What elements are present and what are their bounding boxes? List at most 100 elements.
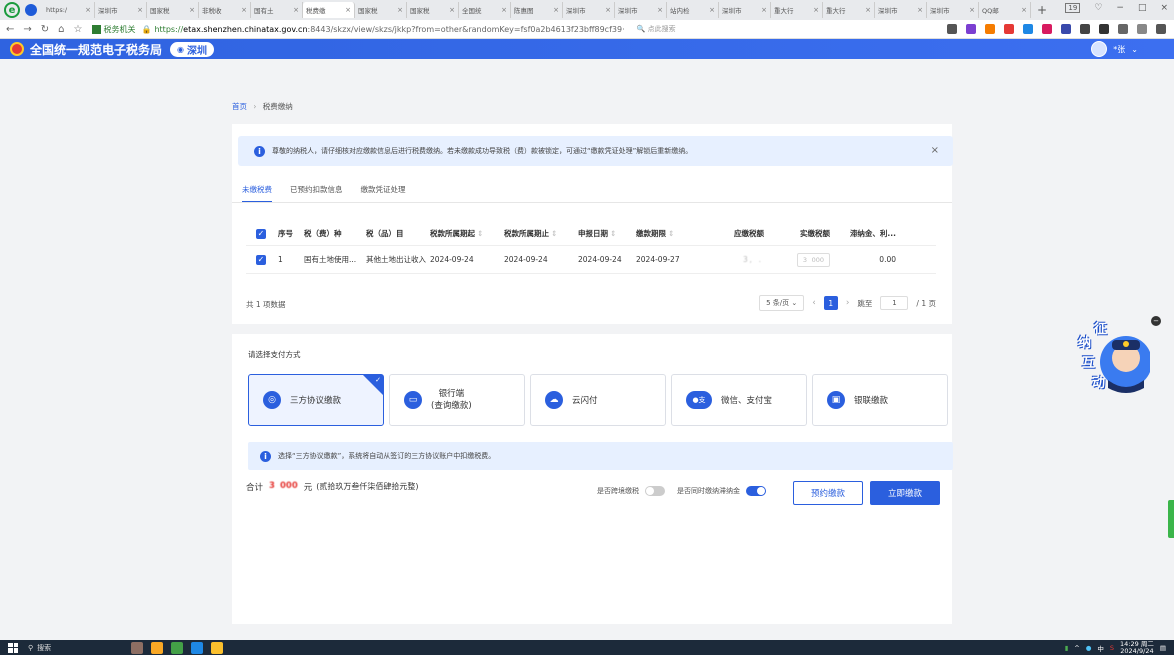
- extension-icon[interactable]: [1042, 24, 1052, 34]
- new-tab-icon[interactable]: +: [1037, 3, 1047, 17]
- close-tab-icon[interactable]: ×: [137, 6, 143, 14]
- chevron-up-icon[interactable]: ^: [1074, 644, 1079, 652]
- extension-icon[interactable]: [1099, 24, 1109, 34]
- close-tab-icon[interactable]: ×: [813, 6, 819, 14]
- undo-icon[interactable]: [1137, 24, 1147, 34]
- forward-icon[interactable]: →: [23, 24, 31, 35]
- browser-tab[interactable]: 税费缴 ×: [303, 2, 355, 18]
- close-tab-icon[interactable]: ×: [501, 6, 507, 14]
- pay-now-button[interactable]: 立即缴款: [870, 481, 940, 505]
- notification-icon[interactable]: ▤: [1160, 644, 1166, 652]
- goto-page-input[interactable]: 1: [880, 296, 909, 310]
- page-number-button[interactable]: 1: [823, 296, 838, 310]
- col-header-declare-date[interactable]: 申报日期 ⇕: [578, 228, 636, 239]
- col-header-period-end[interactable]: 税款所属期止 ⇕: [504, 228, 578, 239]
- back-icon[interactable]: ←: [6, 24, 14, 35]
- method-tripartite[interactable]: ◎ 三方协议缴款 ✓: [248, 374, 384, 426]
- close-tab-icon[interactable]: ×: [449, 6, 455, 14]
- windows-start-icon[interactable]: [8, 642, 18, 653]
- region-switcher[interactable]: ◉ 深圳: [170, 41, 214, 57]
- extension-icon[interactable]: [1004, 24, 1014, 34]
- paid-amount-input[interactable]: 3 000: [796, 252, 830, 267]
- taskbar-app-icon[interactable]: [151, 641, 164, 654]
- reserve-payment-button[interactable]: 预约缴款: [793, 481, 863, 505]
- close-icon[interactable]: ×: [931, 145, 939, 156]
- side-feedback-tab[interactable]: [1168, 500, 1174, 538]
- browser-tab[interactable]: 国家税 ×: [407, 2, 459, 18]
- taskbar-app-icon[interactable]: [171, 641, 184, 654]
- extension-icon[interactable]: [1023, 24, 1033, 34]
- method-unionpay-quickpass[interactable]: ☁ 云闪付: [530, 374, 666, 426]
- url-field[interactable]: 税务机关 🔒 https:// etax.shenzhen.chinatax.g…: [91, 24, 625, 35]
- method-unionpay[interactable]: ▣ 银联缴款: [812, 374, 948, 426]
- browser-tab[interactable]: 重大行 ×: [771, 2, 823, 18]
- extension-icon[interactable]: [1080, 24, 1090, 34]
- late-fee-toggle[interactable]: [746, 486, 766, 496]
- browser-tab[interactable]: 深圳市 ×: [719, 2, 771, 18]
- next-page-icon[interactable]: ›: [846, 298, 850, 308]
- tab-reserved-deduction[interactable]: 已预约扣款信息: [290, 184, 343, 203]
- extension-icon[interactable]: [985, 24, 995, 34]
- browser-logo-icon[interactable]: e: [4, 2, 20, 18]
- close-window-icon[interactable]: ×: [1160, 3, 1168, 13]
- extension-icon[interactable]: [966, 24, 976, 34]
- tab-voucher-processing[interactable]: 缴款凭证处理: [361, 184, 406, 203]
- browser-tab[interactable]: 重大行 ×: [823, 2, 875, 18]
- prev-page-icon[interactable]: ‹: [812, 298, 816, 308]
- input-method-icon[interactable]: 中: [1097, 643, 1104, 653]
- close-tab-icon[interactable]: ×: [917, 6, 923, 14]
- browser-tab[interactable]: 深圳市 ×: [95, 2, 147, 18]
- close-tab-icon[interactable]: ×: [657, 6, 663, 14]
- col-header-due-date[interactable]: 缴款期限 ⇕: [636, 228, 694, 239]
- close-tab-icon[interactable]: ×: [969, 6, 975, 14]
- tab-unpaid[interactable]: 未缴税费: [242, 184, 272, 203]
- widget-close-icon[interactable]: −: [1151, 316, 1161, 326]
- browser-tab[interactable]: 非税收 ×: [199, 2, 251, 18]
- browser-tab[interactable]: 全国统 ×: [459, 2, 511, 18]
- close-tab-icon[interactable]: ×: [293, 6, 299, 14]
- close-tab-icon[interactable]: ×: [605, 6, 611, 14]
- clock[interactable]: 14:29 周二 2024/9/24: [1120, 641, 1154, 655]
- browser-tab[interactable]: 国家税 ×: [147, 2, 199, 18]
- close-tab-icon[interactable]: ×: [241, 6, 247, 14]
- close-tab-icon[interactable]: ×: [85, 6, 91, 14]
- browser-tab[interactable]: QQ邮 ×: [979, 2, 1031, 18]
- download-icon[interactable]: [1118, 24, 1128, 34]
- method-wechat-alipay[interactable]: ●支 微信、支付宝: [671, 374, 807, 426]
- extension-icon[interactable]: [1061, 24, 1071, 34]
- close-tab-icon[interactable]: ×: [865, 6, 871, 14]
- breadcrumb-home[interactable]: 首页: [232, 102, 247, 111]
- col-header-period-start[interactable]: 税款所属期起 ⇕: [430, 228, 504, 239]
- select-all-checkbox[interactable]: ✓: [256, 228, 266, 239]
- close-tab-icon[interactable]: ×: [553, 6, 559, 14]
- browser-tab[interactable]: 陈惠图 ×: [511, 2, 563, 18]
- tab-count-badge[interactable]: 19: [1065, 3, 1081, 13]
- close-tab-icon[interactable]: ×: [397, 6, 403, 14]
- tray-icon[interactable]: S: [1110, 644, 1114, 652]
- browser-tab[interactable]: 国有土 ×: [251, 2, 303, 18]
- service-widget[interactable]: 征 纳 互 动: [1068, 318, 1152, 398]
- taskbar-search[interactable]: ⚲ 搜索: [28, 643, 51, 653]
- browser-nav-icon[interactable]: [25, 4, 37, 16]
- row-checkbox[interactable]: ✓: [256, 254, 266, 265]
- tray-icon[interactable]: ▮: [1065, 644, 1069, 652]
- home-icon[interactable]: ⌂: [58, 24, 64, 35]
- taskbar-app-icon[interactable]: [211, 641, 224, 654]
- taskbar-app-icon[interactable]: [191, 641, 204, 654]
- browser-tab[interactable]: 深圳市 ×: [927, 2, 979, 18]
- close-tab-icon[interactable]: ×: [345, 6, 351, 14]
- close-tab-icon[interactable]: ×: [189, 6, 195, 14]
- cross-border-toggle[interactable]: [645, 486, 665, 496]
- close-tab-icon[interactable]: ×: [761, 6, 767, 14]
- menu-icon[interactable]: [1156, 24, 1166, 34]
- browser-tab[interactable]: 深圳市 ×: [615, 2, 667, 18]
- browser-tab[interactable]: https:/ ×: [43, 2, 95, 18]
- bookmark-star-icon[interactable]: ☆: [74, 24, 83, 35]
- address-search-input[interactable]: 🔍 点此搜索: [637, 24, 676, 34]
- maximize-icon[interactable]: □: [1138, 3, 1147, 13]
- browser-tab[interactable]: 国家税 ×: [355, 2, 407, 18]
- extension-icon[interactable]: [947, 24, 957, 34]
- page-size-select[interactable]: 5 条/页 ⌄: [759, 295, 805, 311]
- reload-icon[interactable]: ↻: [41, 24, 49, 35]
- close-tab-icon[interactable]: ×: [1021, 6, 1027, 14]
